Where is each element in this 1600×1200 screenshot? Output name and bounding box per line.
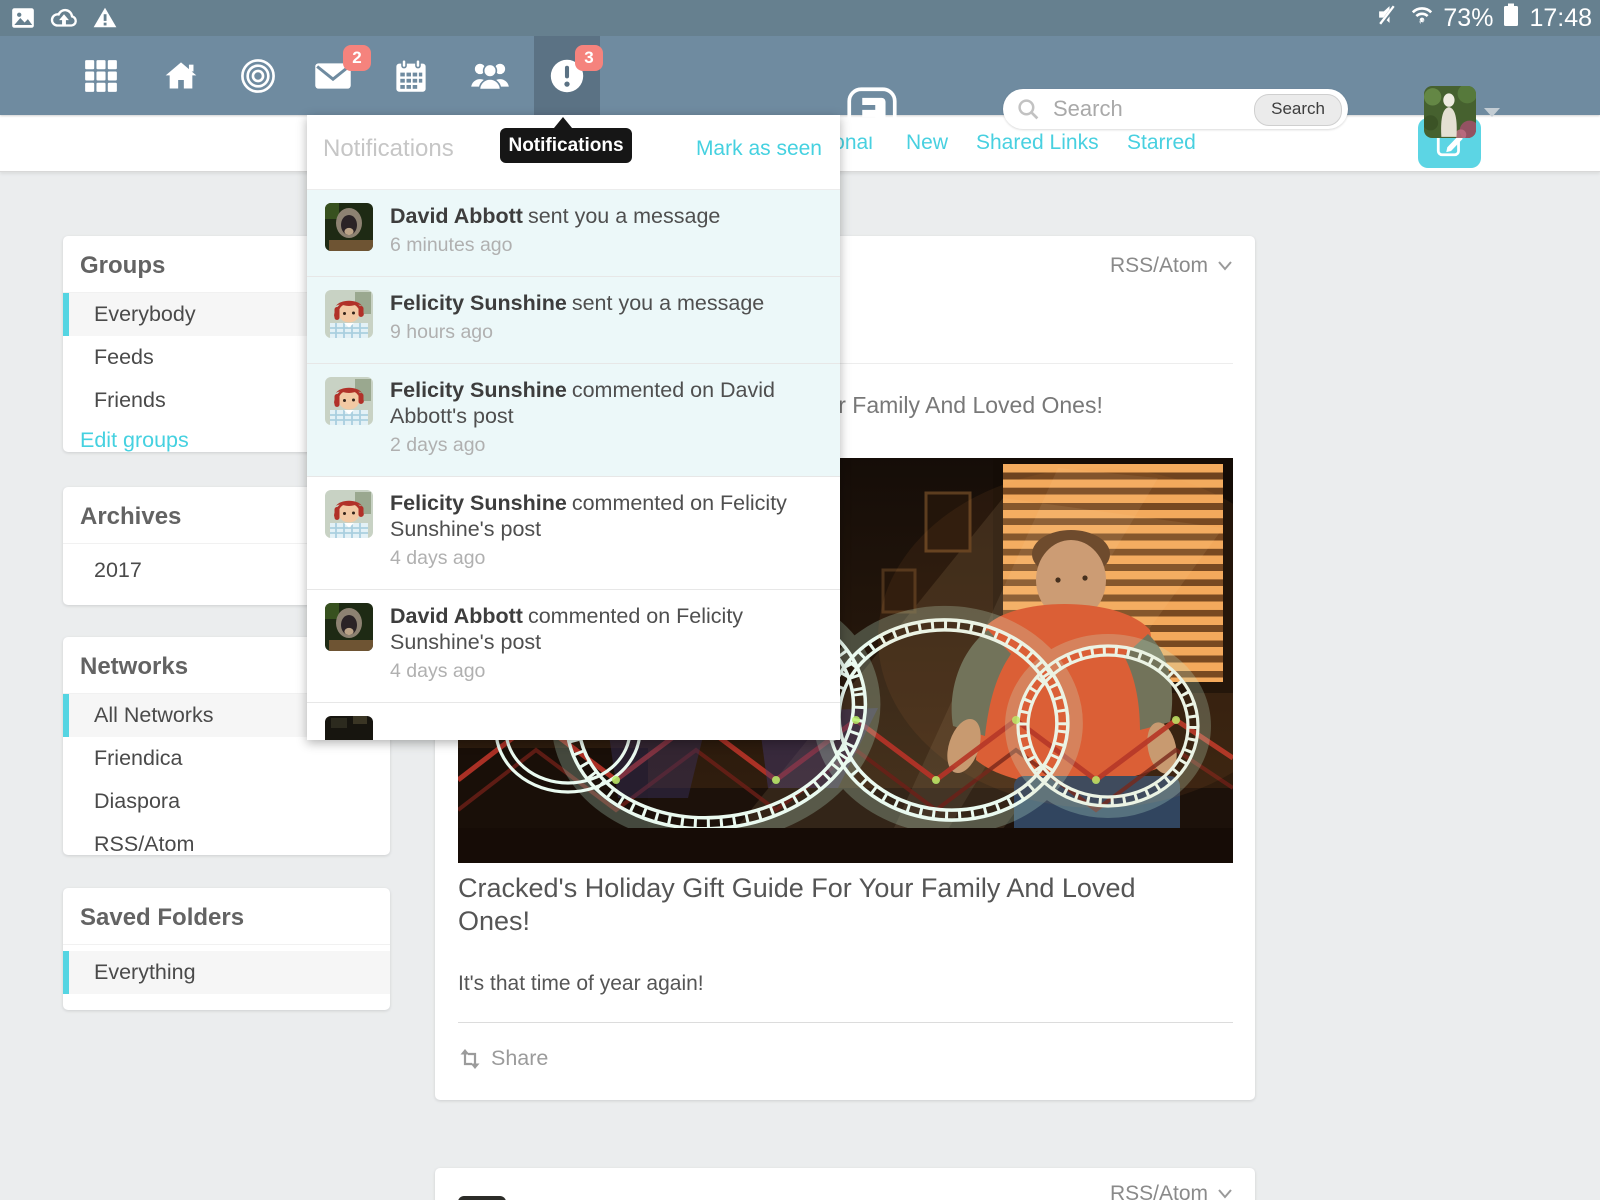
bullseye-icon (240, 58, 276, 94)
post-link-title[interactable]: Cracked's Holiday Gift Guide For Your Fa… (458, 872, 1188, 938)
notification-action: sent you a message (572, 291, 764, 315)
user-avatar[interactable] (1424, 86, 1476, 138)
contact-avatar-monkey (325, 603, 373, 651)
tab-shared-links[interactable]: Shared Links (976, 131, 1099, 155)
saved-folders-panel: Saved Folders Everything (63, 888, 390, 1010)
notification-item[interactable]: Felicity Sunshinecommented on David Abbo… (307, 364, 840, 477)
notification-item[interactable] (307, 703, 840, 740)
friendica-logo[interactable] (846, 86, 898, 138)
contact-avatar-girl (325, 290, 373, 338)
share-retweet-icon (458, 1048, 482, 1070)
notification-action: sent you a message (528, 204, 720, 228)
mark-as-seen-link[interactable]: Mark as seen (696, 137, 822, 161)
battery-icon (1501, 2, 1521, 35)
notification-item[interactable]: Felicity Sunshinecommented on Felicity S… (307, 477, 840, 590)
contact-avatar-girl (325, 490, 373, 538)
next-post-source-dropdown[interactable]: RSS/Atom (1110, 1182, 1233, 1200)
status-bar-right: 73% 17:48 (1376, 0, 1592, 36)
circles-button[interactable] (226, 36, 290, 115)
user-menu-caret-icon[interactable] (1484, 108, 1500, 117)
notification-item[interactable]: David Abbottcommented on Felicity Sunshi… (307, 590, 840, 703)
notifications-tooltip: Notifications (500, 128, 632, 163)
notification-time: 2 days ago (390, 434, 820, 457)
notification-actor: David Abbott (390, 604, 523, 628)
clock-label: 17:48 (1529, 4, 1592, 33)
image-notification-icon (10, 5, 36, 36)
post-source-dropdown[interactable]: RSS/Atom (1110, 254, 1233, 278)
search-input[interactable] (1051, 91, 1245, 127)
share-label: Share (491, 1046, 548, 1071)
notification-time: 9 hours ago (390, 321, 820, 344)
notification-text: Felicity Sunshinecommented on Felicity S… (390, 490, 820, 589)
notification-text: Felicity Sunshinesent you a message 9 ho… (390, 290, 820, 363)
notification-actor: David Abbott (390, 204, 523, 228)
folder-item-everything[interactable]: Everything (63, 951, 390, 994)
battery-percent-label: 73% (1443, 4, 1493, 33)
contact-avatar-monkey (325, 203, 373, 251)
search-button[interactable]: Search (1254, 94, 1342, 126)
android-status-bar: 73% 17:48 (0, 0, 1600, 36)
notifications-badge: 3 (575, 45, 603, 71)
share-button[interactable]: Share (458, 1046, 548, 1071)
home-button[interactable] (149, 36, 213, 115)
people-icon (470, 59, 510, 93)
apps-menu-button[interactable] (69, 36, 133, 115)
friendica-app: 73% 17:48 2 3 (0, 0, 1600, 1200)
contact-avatar-girl (325, 377, 373, 425)
next-post-avatar (458, 1196, 506, 1200)
calendar-icon (394, 58, 428, 94)
chevron-down-icon (1217, 1188, 1233, 1200)
notification-item[interactable]: Felicity Sunshinesent you a message 9 ho… (307, 277, 840, 364)
network-item-friendica[interactable]: Friendica (63, 737, 390, 780)
notification-text: David Abbottsent you a message 6 minutes… (390, 203, 820, 276)
notification-text: David Abbottcommented on Felicity Sunshi… (390, 603, 820, 702)
notification-item[interactable]: David Abbottsent you a message 6 minutes… (307, 190, 840, 277)
post-source-label: RSS/Atom (1110, 254, 1208, 278)
tab-new[interactable]: New (906, 131, 948, 155)
notification-actor: Felicity Sunshine (390, 378, 567, 402)
tooltip-caret (554, 117, 572, 128)
notification-time: 6 minutes ago (390, 234, 820, 257)
notifications-dropdown: Notifications Mark as seen David Abbotts… (307, 115, 840, 740)
saved-folders-title: Saved Folders (63, 888, 390, 945)
events-button[interactable] (379, 36, 443, 115)
notification-time: 4 days ago (390, 660, 820, 683)
next-post-source-label: RSS/Atom (1110, 1182, 1208, 1200)
wifi-icon (1409, 2, 1435, 35)
search-icon (1017, 98, 1040, 126)
apps-grid-icon (84, 59, 118, 93)
status-bar-left-icons (10, 5, 118, 36)
notification-actor: Felicity Sunshine (390, 291, 567, 315)
chevron-down-icon (1217, 260, 1233, 272)
notification-text: Felicity Sunshinecommented on David Abbo… (390, 377, 820, 476)
network-item-diaspora[interactable]: Diaspora (63, 780, 390, 823)
notifications-panel-title: Notifications (323, 135, 454, 163)
post-body-text: It's that time of year again! (458, 972, 704, 996)
post-actions-divider (458, 1022, 1233, 1023)
contact-avatar (325, 716, 373, 740)
main-navbar: 2 3 Search (0, 36, 1600, 115)
warning-icon (92, 5, 118, 36)
home-icon (163, 59, 199, 93)
next-post-card: RSS/Atom (435, 1168, 1255, 1200)
tab-starred[interactable]: Starred (1127, 131, 1196, 155)
cloud-upload-icon (49, 5, 79, 36)
contacts-button[interactable] (458, 36, 522, 115)
notification-time: 4 days ago (390, 547, 820, 570)
messages-badge: 2 (343, 45, 371, 71)
search-box: Search (1003, 89, 1348, 129)
mute-icon (1376, 2, 1401, 34)
notification-actor: Felicity Sunshine (390, 491, 567, 515)
network-item-rss-atom[interactable]: RSS/Atom (63, 823, 390, 866)
